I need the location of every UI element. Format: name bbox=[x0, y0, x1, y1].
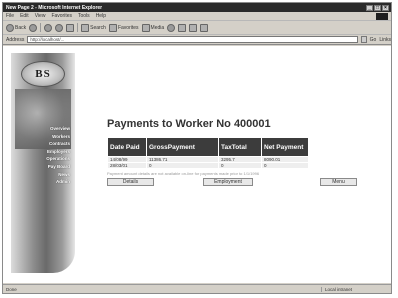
address-input[interactable]: http://localhost/... bbox=[27, 36, 358, 43]
back-button[interactable]: Back bbox=[6, 23, 26, 32]
home-icon[interactable] bbox=[66, 23, 75, 32]
table-header-row: Date Paid GrossPayment TaxTotal Net Paym… bbox=[107, 137, 309, 157]
nav-link-admin[interactable]: Admin bbox=[11, 178, 73, 186]
history-icon[interactable] bbox=[167, 23, 176, 32]
details-button[interactable]: Details bbox=[107, 178, 154, 186]
column-header: GrossPayment bbox=[146, 137, 219, 157]
menu-button[interactable]: Menu bbox=[320, 178, 357, 186]
media-icon bbox=[141, 23, 150, 32]
security-zone: Local intranet bbox=[321, 286, 391, 292]
status-text: Done bbox=[6, 286, 17, 292]
toolbar-separator bbox=[40, 23, 42, 32]
media-button[interactable]: Media bbox=[141, 23, 164, 32]
search-button[interactable]: Search bbox=[81, 23, 106, 32]
address-dropdown-icon[interactable] bbox=[360, 36, 367, 43]
stop-icon[interactable] bbox=[44, 23, 53, 32]
table-cell: 0 bbox=[146, 162, 219, 169]
nav-link-news[interactable]: News bbox=[11, 171, 73, 179]
nav-link-pay-board[interactable]: Pay Board bbox=[11, 163, 73, 171]
address-label: Address bbox=[6, 36, 25, 43]
button-row: Details Employment Menu bbox=[107, 178, 391, 188]
nav-link-overview[interactable]: Overview bbox=[11, 125, 73, 133]
menu-help[interactable]: Help bbox=[96, 13, 106, 19]
menu-tools[interactable]: Tools bbox=[78, 13, 90, 19]
forward-arrow-icon[interactable] bbox=[29, 23, 38, 32]
column-header: Net Payment bbox=[261, 137, 309, 157]
menu-edit[interactable]: Edit bbox=[20, 13, 29, 19]
nav-links: Overview Workers Contracts Employers Ope… bbox=[11, 125, 73, 186]
employment-button[interactable]: Employment bbox=[203, 178, 253, 186]
windows-logo-icon bbox=[376, 13, 388, 20]
main-panel: Payments to Worker No 400001 Date Paid G… bbox=[107, 118, 391, 188]
menu-bar: File Edit View Favorites Tools Help bbox=[3, 12, 391, 21]
table-row: 28/03/01 0 0 0 bbox=[107, 162, 309, 169]
back-arrow-icon bbox=[6, 23, 14, 32]
menu-favorites[interactable]: Favorites bbox=[51, 13, 72, 19]
toolbar: Back Search Favorites Media bbox=[3, 21, 391, 35]
page-content: BS Overview Workers Contracts Employers … bbox=[3, 46, 391, 283]
edit-icon[interactable] bbox=[200, 23, 209, 32]
print-icon[interactable] bbox=[189, 23, 198, 32]
refresh-icon[interactable] bbox=[55, 23, 64, 32]
browser-window: New Page 2 - Microsoft Internet Explorer… bbox=[2, 2, 392, 294]
mail-icon[interactable] bbox=[178, 23, 187, 32]
title-bar: New Page 2 - Microsoft Internet Explorer… bbox=[3, 3, 391, 12]
column-header: Date Paid bbox=[107, 137, 147, 157]
window-title: New Page 2 - Microsoft Internet Explorer bbox=[6, 4, 103, 11]
payment-note: Payment amount details are not available… bbox=[107, 171, 260, 176]
close-button[interactable]: × bbox=[382, 4, 389, 11]
table-cell: 28/03/01 bbox=[107, 162, 147, 169]
favorites-button[interactable]: Favorites bbox=[108, 23, 139, 32]
favorites-icon bbox=[108, 23, 117, 32]
nav-link-workers[interactable]: Workers bbox=[11, 133, 73, 141]
column-header: TaxTotal bbox=[218, 137, 262, 157]
table-cell: 0 bbox=[261, 162, 309, 169]
maximize-button[interactable]: □ bbox=[374, 4, 381, 11]
table-cell: 0 bbox=[218, 162, 262, 169]
go-button[interactable]: Go bbox=[370, 37, 377, 43]
nav-link-contracts[interactable]: Contracts bbox=[11, 140, 73, 148]
search-icon bbox=[81, 23, 90, 32]
links-button[interactable]: Links bbox=[379, 37, 391, 43]
bs-logo: BS bbox=[21, 61, 65, 87]
payments-table: Date Paid GrossPayment TaxTotal Net Paym… bbox=[107, 137, 309, 169]
nav-link-operations[interactable]: Operations bbox=[11, 155, 73, 163]
address-bar: Address http://localhost/... Go Links bbox=[3, 35, 391, 45]
menu-view[interactable]: View bbox=[35, 13, 46, 19]
status-bar: Done Local intranet bbox=[3, 284, 391, 293]
minimize-button[interactable]: _ bbox=[366, 4, 373, 11]
menu-file[interactable]: File bbox=[6, 13, 14, 19]
toolbar-separator bbox=[77, 23, 79, 32]
page-title: Payments to Worker No 400001 bbox=[107, 118, 271, 130]
nav-link-employers[interactable]: Employers bbox=[11, 148, 73, 156]
left-navigation: BS Overview Workers Contracts Employers … bbox=[11, 53, 75, 273]
